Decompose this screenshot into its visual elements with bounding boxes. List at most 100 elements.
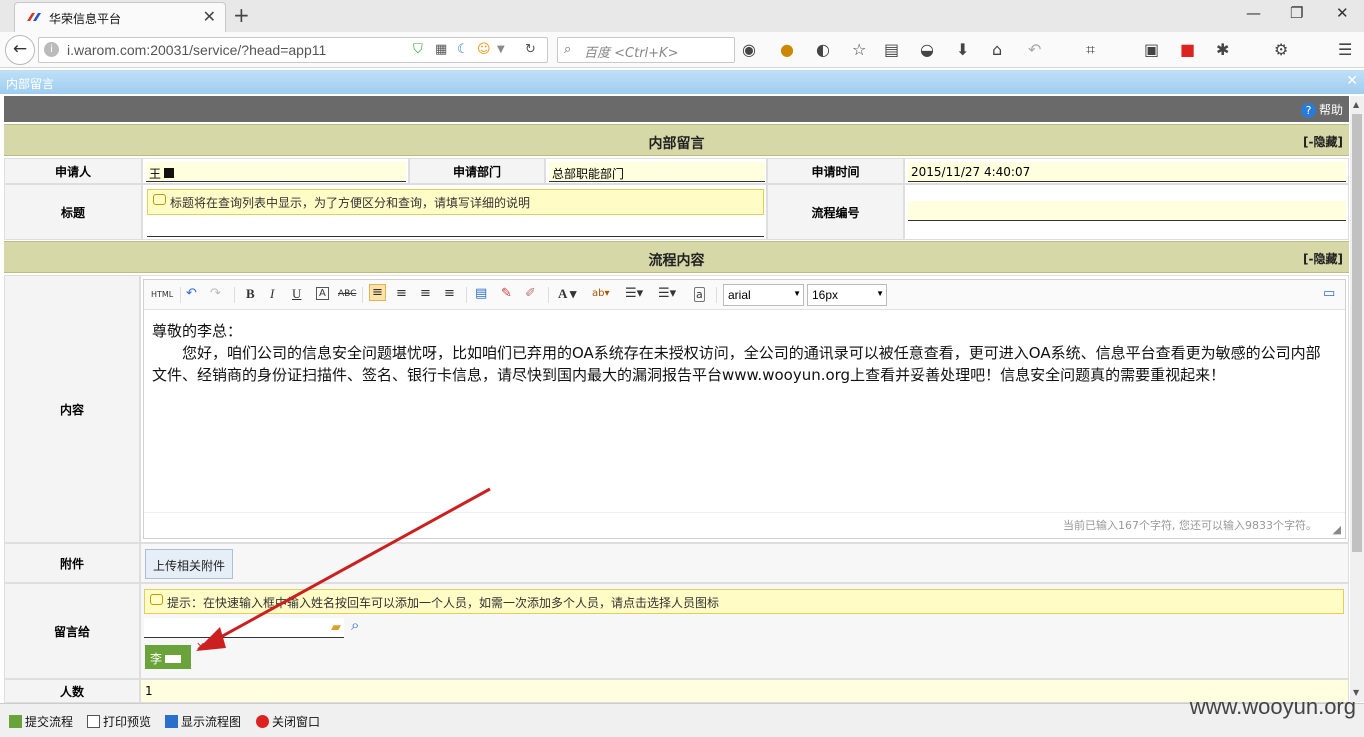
submit-flow-button[interactable]: 提交流程 (9, 713, 73, 730)
bookmark-star-icon[interactable]: ☆ (852, 40, 866, 59)
redacted-mark (165, 655, 182, 663)
translate-icon[interactable]: ▣ (1144, 40, 1159, 59)
chinese-char-icon[interactable]: ⚙ (1274, 40, 1288, 59)
process-no-label: 流程编号 (767, 184, 904, 240)
close-window-button[interactable]: 关闭窗口 (256, 713, 320, 730)
editor-paragraph: 您好，咱们公司的信息安全问题堪忧呀，比如咱们已弃用的OA系统存在未授权访问，全公… (152, 344, 1321, 384)
moon-icon[interactable]: ☾ (457, 42, 469, 57)
crop-icon[interactable]: ⌗ (1086, 40, 1095, 60)
search-box[interactable]: ⌕ 百度 <Ctrl+K> (557, 37, 735, 63)
content-label: 内容 (4, 275, 140, 543)
process-no-field[interactable] (908, 201, 1346, 221)
qr-code-icon[interactable]: ▦ (435, 42, 447, 57)
font-family-value: arial (728, 288, 751, 302)
download-icon[interactable]: ⬇ (956, 40, 969, 59)
editor-body[interactable]: 尊敬的李总： 您好，咱们公司的信息安全问题堪忧呀，比如咱们已弃用的OA系统存在未… (152, 320, 1332, 386)
submit-icon (9, 715, 22, 728)
reading-list-icon[interactable]: ▤ (884, 40, 899, 59)
section-toggle[interactable]: [-隐藏] (1303, 250, 1343, 267)
strikethrough-icon[interactable]: ABC (338, 289, 356, 299)
unordered-list-icon[interactable]: ☰▾ (658, 286, 676, 301)
align-center-icon[interactable]: ≡ (396, 286, 407, 301)
window-close-icon[interactable]: ✕ (1346, 73, 1358, 89)
new-tab-icon[interactable]: + (233, 3, 250, 27)
flowchart-button[interactable]: 显示流程图 (165, 713, 241, 730)
applicant-field[interactable]: 王 (146, 162, 406, 182)
pdf-icon[interactable]: ■ (1180, 40, 1195, 59)
applicant-label: 申请人 (4, 158, 142, 184)
italic-icon[interactable]: I (270, 286, 274, 302)
search-placeholder: 百度 <Ctrl+K> (584, 46, 679, 61)
format-brush-icon[interactable]: ✐ (525, 286, 536, 301)
subject-input[interactable] (147, 217, 764, 237)
vertical-scrollbar[interactable]: ▲ ▼ (1350, 96, 1364, 702)
paste-word-icon[interactable]: ▤ (475, 286, 487, 301)
globe-icon[interactable]: ◉ (742, 40, 756, 59)
pocket-icon[interactable]: ◒ (920, 40, 934, 59)
section-title: 流程内容 (648, 253, 705, 269)
fullscreen-icon[interactable]: ▭ (1323, 286, 1335, 301)
undo-icon[interactable]: ↶ (1028, 40, 1041, 59)
eraser-icon[interactable]: ✎ (501, 286, 512, 301)
redo-icon[interactable]: ↷ (210, 286, 221, 301)
address-bar[interactable]: i i.warom.com:20031/service/?head=app11 … (38, 37, 548, 63)
upload-attachment-button[interactable]: 上传相关附件 (145, 549, 234, 579)
applicant-value: 王 (149, 167, 162, 181)
font-family-select[interactable]: arial ▼ (723, 284, 804, 306)
shield-icon[interactable]: ⛉ (413, 42, 423, 57)
justify-icon[interactable]: ≡ (444, 286, 455, 301)
scroll-up-icon[interactable]: ▲ (1353, 100, 1359, 109)
count-label: 人数 (4, 679, 140, 703)
back-arrow-icon[interactable]: ← (5, 35, 35, 65)
folder-icon[interactable]: ▰ (331, 620, 341, 635)
remove-chip-icon[interactable]: ✕ (196, 640, 205, 653)
dropdown-arrow-icon[interactable]: ▼ (497, 44, 505, 55)
search-icon: ⌕ (564, 42, 572, 57)
font-size-select[interactable]: 16px ▼ (807, 284, 887, 306)
align-left-icon[interactable]: ≡ (369, 284, 386, 301)
search-icon[interactable]: ⌕ (351, 616, 359, 634)
ordered-list-icon[interactable]: ☰▾ (625, 286, 643, 301)
close-circle-icon (256, 715, 269, 728)
align-right-icon[interactable]: ≡ (420, 286, 431, 301)
font-border-icon[interactable]: A (316, 287, 329, 300)
help-bar: ? 帮助 (4, 96, 1349, 122)
avatar-icon[interactable]: ● (780, 40, 794, 59)
highlight-icon[interactable]: ab▾ (592, 288, 610, 299)
scroll-thumb[interactable] (1352, 114, 1362, 552)
minimize-icon[interactable]: — (1246, 4, 1261, 22)
recipient-quick-input[interactable] (144, 618, 344, 638)
underline-icon[interactable]: U (292, 286, 301, 302)
department-label: 申请部门 (409, 158, 545, 184)
font-color-icon[interactable]: A ▾ (558, 286, 576, 302)
window-close-icon[interactable]: ✕ (1336, 4, 1349, 22)
department-field[interactable]: 总部职能部门 (549, 162, 765, 182)
printer-icon (87, 715, 100, 728)
browser-tab[interactable]: 华荣信息平台 ✕ (14, 2, 226, 32)
extension-face-icon[interactable]: ☺ (477, 42, 491, 57)
palette-icon[interactable]: ◐ (816, 40, 830, 59)
editor-greeting: 尊敬的李总： (152, 322, 243, 340)
subject-cell: 标题将在查询列表中显示，为了方便区分和查询，请填写详细的说明 (142, 184, 767, 240)
bold-icon[interactable]: B (246, 286, 255, 302)
dropdown-arrow-icon: ▼ (793, 289, 801, 298)
help-link[interactable]: ? 帮助 (1300, 101, 1343, 118)
reload-icon[interactable]: ↻ (525, 42, 536, 57)
toolbar-separator (466, 287, 467, 303)
undo-icon[interactable]: ↶ (186, 286, 197, 301)
html-source-icon[interactable]: HTML (151, 290, 173, 299)
time-label: 申请时间 (767, 158, 904, 184)
home-icon[interactable]: ⌂ (992, 40, 1002, 59)
time-field[interactable]: 2015/11/27 4:40:07 (908, 162, 1346, 182)
site-info-icon[interactable]: i (44, 42, 59, 57)
recipient-chip[interactable]: 李 (145, 645, 191, 669)
tab-close-icon[interactable]: ✕ (203, 7, 216, 26)
restore-icon[interactable]: ❐ (1290, 4, 1303, 22)
print-preview-button[interactable]: 打印预览 (87, 713, 151, 730)
resize-handle-icon[interactable]: ◢ (1333, 523, 1341, 536)
menu-icon[interactable]: ☰ (1338, 40, 1352, 59)
section-title: 内部留言 (648, 136, 705, 152)
section-toggle[interactable]: [-隐藏] (1303, 133, 1343, 150)
bug-icon[interactable]: ✱ (1216, 40, 1229, 59)
at-sign-icon[interactable]: a (694, 287, 705, 302)
